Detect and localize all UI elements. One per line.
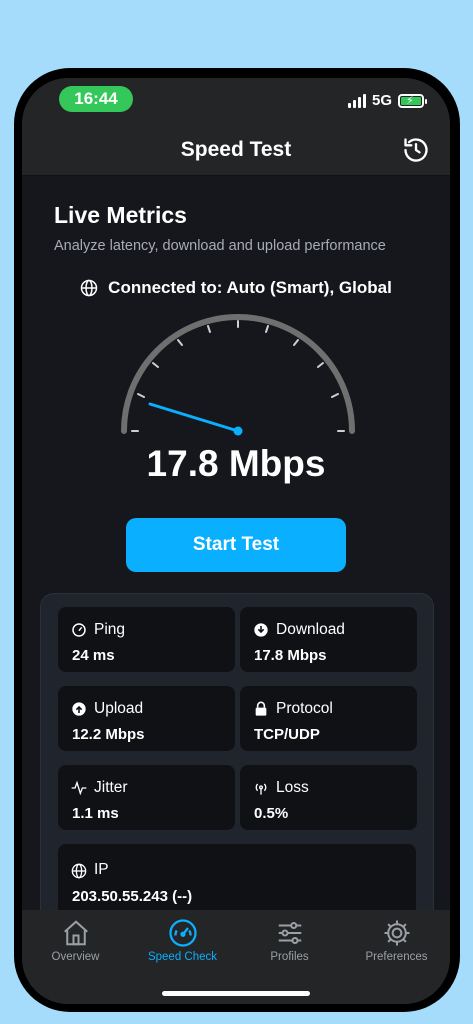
download-icon — [254, 623, 268, 637]
start-test-button[interactable]: Start Test — [126, 518, 346, 572]
ping-card: Ping 24 ms — [58, 607, 235, 672]
network-type: 5G — [371, 92, 392, 109]
connection-info: Connected to: Auto (Smart), Global — [22, 278, 450, 298]
history-button[interactable] — [400, 134, 432, 166]
protocol-value: TCP/UDP — [254, 726, 320, 743]
protocol-card: Protocol TCP/UDP — [240, 686, 417, 751]
home-indicator — [162, 991, 310, 996]
speed-gauge — [121, 314, 355, 436]
tab-label: Profiles — [270, 951, 309, 963]
lock-icon — [255, 701, 267, 716]
section-title: Live Metrics — [54, 202, 187, 228]
tab-bar: Overview Speed Check Profiles Preference… — [22, 910, 450, 1004]
tab-overview[interactable]: Overview — [22, 918, 129, 963]
download-label: Download — [276, 621, 345, 638]
tab-label: Speed Check — [147, 951, 218, 963]
jitter-card: Jitter 1.1 ms — [58, 765, 235, 830]
antenna-icon — [255, 783, 267, 795]
upload-card: Upload 12.2 Mbps — [58, 686, 235, 751]
ip-value: 203.50.55.243 (--) — [72, 888, 193, 905]
jitter-value: 1.1 ms — [72, 805, 119, 822]
history-icon — [404, 138, 428, 162]
globe-icon — [71, 863, 87, 879]
app-header: Speed Test — [22, 126, 450, 176]
tab-preferences[interactable]: Preferences — [343, 918, 450, 963]
upload-icon — [72, 702, 86, 716]
gauge-icon — [72, 623, 86, 637]
tab-profiles[interactable]: Profiles — [236, 918, 343, 963]
gear-icon — [384, 920, 409, 946]
upload-label: Upload — [94, 700, 144, 717]
ping-label: Ping — [94, 621, 126, 638]
battery-icon: ⚡ — [398, 93, 427, 108]
loss-label: Loss — [276, 779, 309, 796]
ping-value: 24 ms — [72, 647, 115, 664]
section-subtitle: Analyze latency, download and upload per… — [54, 238, 386, 254]
tab-speed-check[interactable]: Speed Check — [129, 918, 236, 963]
upload-value: 12.2 Mbps — [72, 726, 145, 743]
loss-card: Loss 0.5% — [240, 765, 417, 830]
download-card: Download 17.8 Mbps — [240, 607, 417, 672]
status-indicators: 5G ⚡ — [347, 92, 427, 109]
jitter-label: Jitter — [94, 779, 128, 796]
globe-icon — [80, 279, 98, 297]
signal-icon — [347, 93, 366, 108]
connected-text: Connected to: Auto (Smart), Global — [108, 278, 392, 297]
page-title: Speed Test — [180, 138, 292, 161]
loss-value: 0.5% — [254, 805, 289, 822]
speedometer-icon — [168, 919, 197, 947]
sliders-icon — [278, 922, 301, 944]
ip-label: IP — [94, 861, 109, 878]
protocol-label: Protocol — [276, 700, 333, 717]
home-icon — [63, 920, 88, 946]
tab-label: Overview — [51, 951, 100, 963]
waveform-icon — [71, 780, 87, 796]
status-time: 16:44 — [59, 86, 133, 112]
download-value: 17.8 Mbps — [254, 647, 327, 664]
tab-label: Preferences — [365, 951, 428, 963]
speed-value: 17.8 Mbps — [146, 443, 326, 484]
gauge-needle — [148, 402, 240, 433]
app-screen: 16:44 5G ⚡ Speed Test Live Metrics Analy… — [22, 78, 450, 1004]
status-bar: 16:44 5G ⚡ — [22, 78, 450, 126]
